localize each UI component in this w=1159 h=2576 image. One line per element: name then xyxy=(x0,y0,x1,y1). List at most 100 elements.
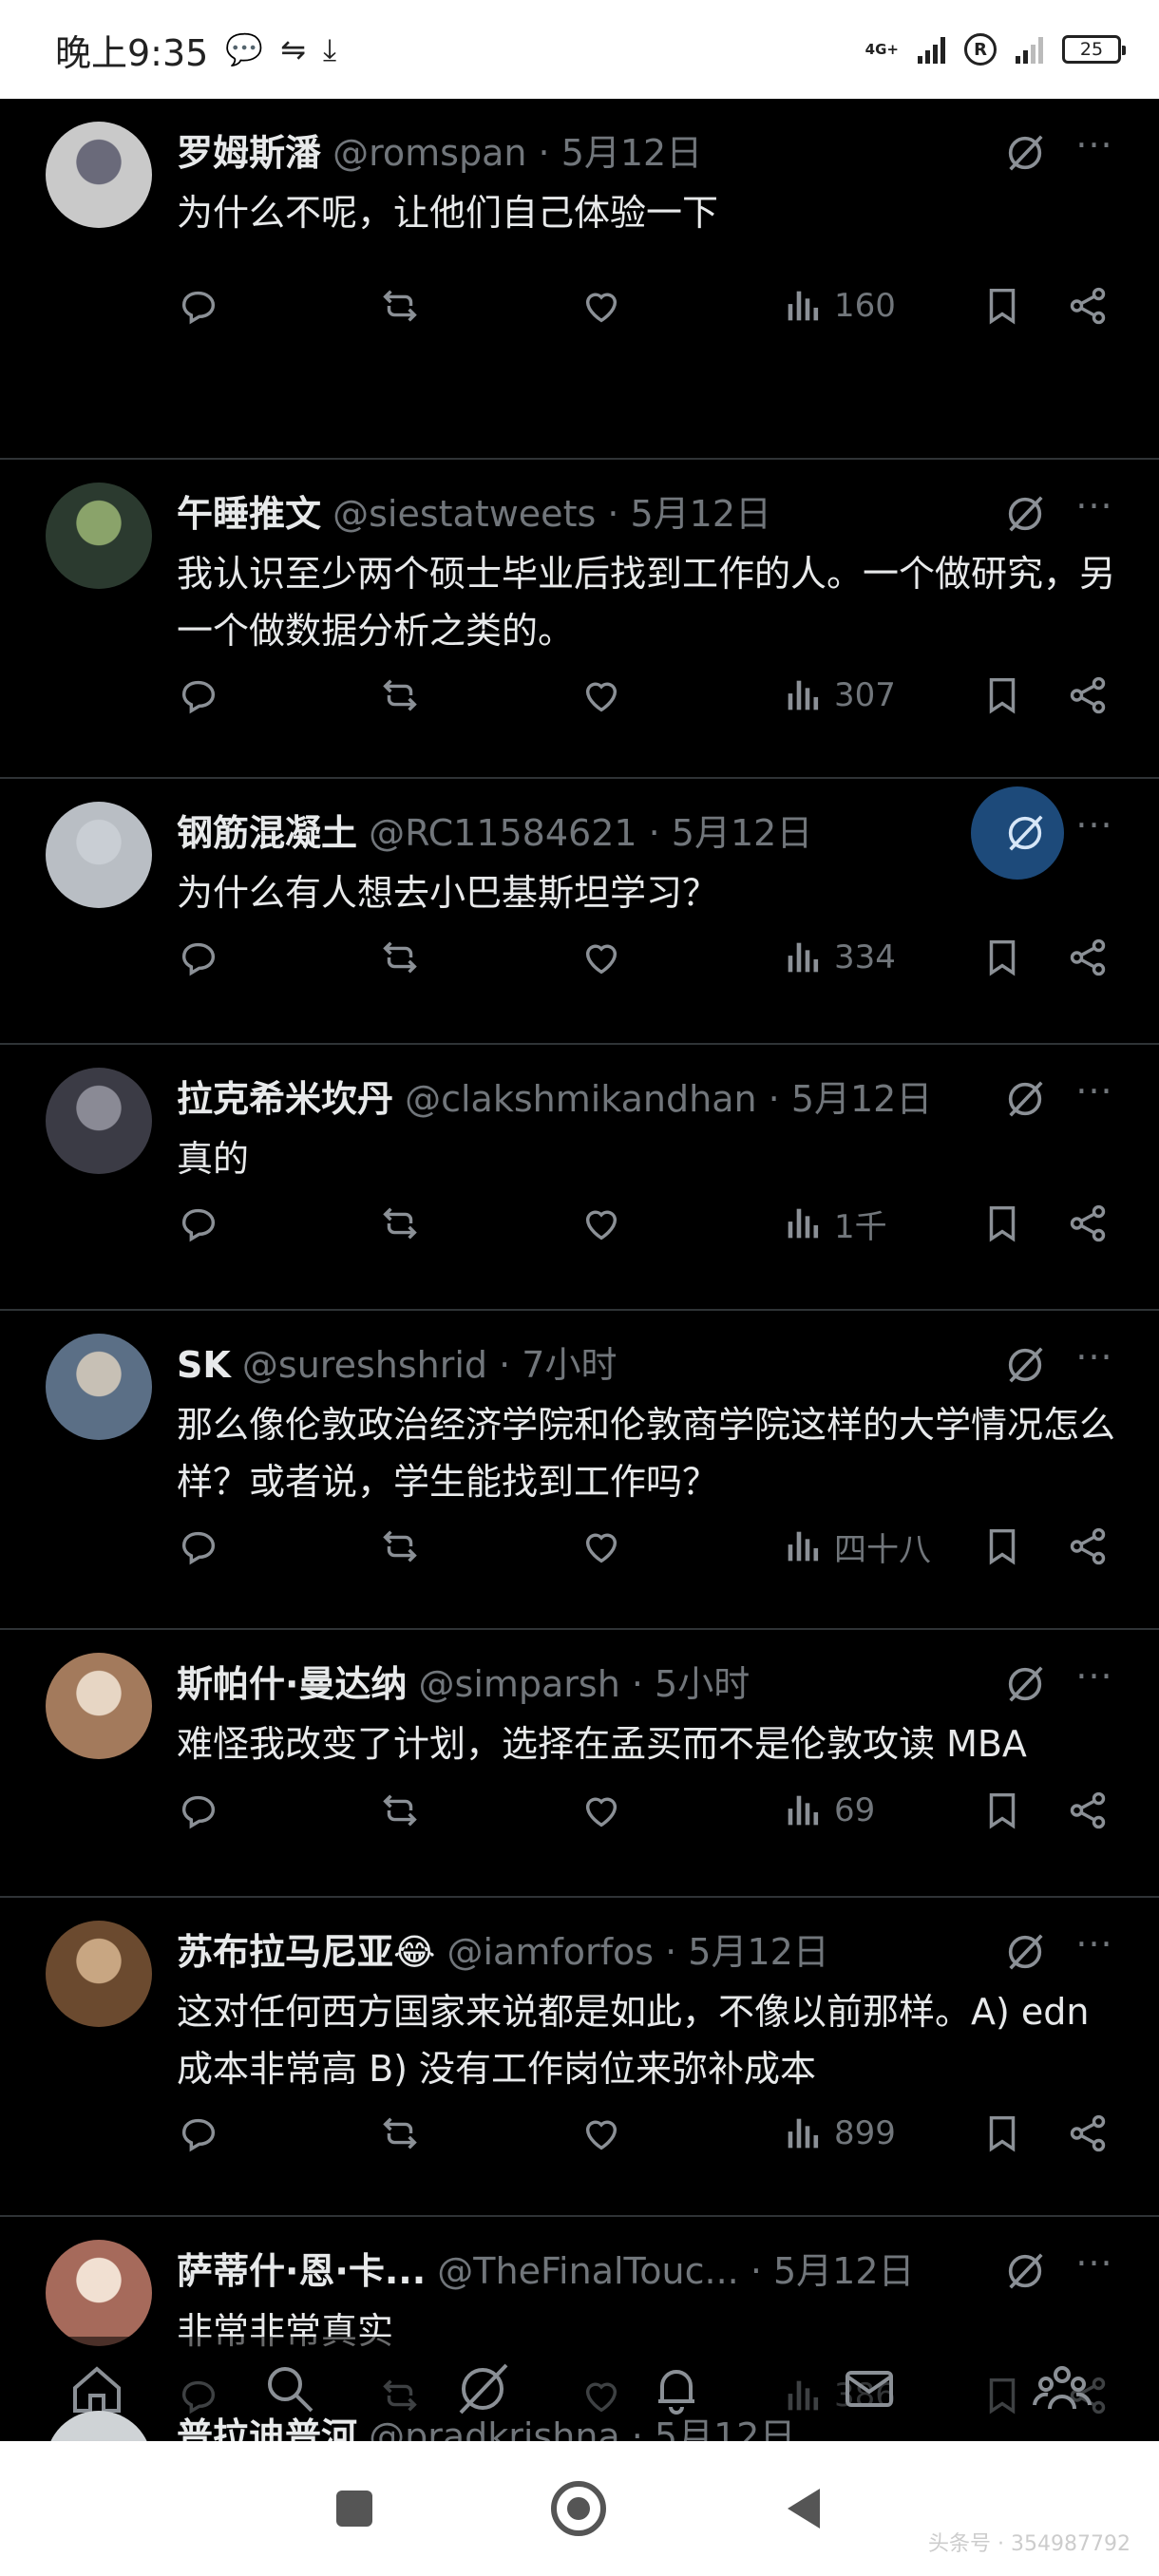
author-name[interactable]: SK xyxy=(177,1344,231,1386)
bookmark-icon[interactable] xyxy=(980,669,1024,722)
author-handle-date[interactable]: @clakshmikandhan · 5月12日 xyxy=(405,1078,932,1120)
grok-icon[interactable] xyxy=(1003,1077,1047,1121)
grok-icon[interactable] xyxy=(1003,131,1047,175)
like-icon[interactable] xyxy=(580,1197,623,1250)
retweet-icon[interactable] xyxy=(378,1197,422,1250)
share-icon[interactable] xyxy=(1066,279,1110,332)
bookmark-icon[interactable] xyxy=(980,1197,1024,1250)
tweet[interactable]: 斯帕什·曼达纳 @simparsh · 5小时 ··· 难怪我改变了计划，选择在… xyxy=(0,1630,1159,1898)
retweet-icon[interactable] xyxy=(378,1520,422,1573)
retweet-icon[interactable] xyxy=(378,2107,422,2160)
author-handle-date[interactable]: @siestatweets · 5月12日 xyxy=(332,493,771,535)
reply-icon[interactable] xyxy=(177,1520,220,1573)
like-icon[interactable] xyxy=(580,669,623,722)
tweet-text: 为什么不呢，让他们自己体验一下 xyxy=(177,192,719,234)
avatar[interactable] xyxy=(46,122,152,228)
watermark: 头条号 · 354987792 xyxy=(928,2532,1130,2556)
views-button[interactable]: 160 xyxy=(781,279,896,332)
author-name[interactable]: 午睡推文 xyxy=(177,493,321,535)
author-name[interactable]: 苏布拉马尼亚😂 xyxy=(177,1931,435,1973)
bookmark-icon[interactable] xyxy=(980,279,1024,332)
share-icon[interactable] xyxy=(1066,1784,1110,1837)
tweet[interactable]: 午睡推文 @siestatweets · 5月12日 ··· 我认识至少两个硕士… xyxy=(0,460,1159,779)
avatar[interactable] xyxy=(46,1068,152,1174)
view-count: 1千 xyxy=(834,1207,887,1246)
avatar[interactable] xyxy=(46,1334,152,1440)
more-options-icon[interactable]: ··· xyxy=(1066,127,1123,175)
share-icon[interactable] xyxy=(1066,1197,1110,1250)
bookmark-icon[interactable] xyxy=(980,1784,1024,1837)
grok-icon[interactable] xyxy=(1003,811,1047,855)
more-options-icon[interactable]: ··· xyxy=(1066,488,1123,536)
reply-icon[interactable] xyxy=(177,669,220,722)
author-name[interactable]: 斯帕什·曼达纳 xyxy=(177,1663,407,1705)
more-options-icon[interactable]: ··· xyxy=(1066,807,1123,855)
author-handle-date[interactable]: @romspan · 5月12日 xyxy=(332,132,702,174)
avatar[interactable] xyxy=(46,2240,152,2346)
author-handle-date[interactable]: @RC11584621 · 5月12日 xyxy=(369,812,812,854)
author-name[interactable]: 萨蒂什·恩·卡... xyxy=(177,2250,426,2292)
like-icon[interactable] xyxy=(580,1520,623,1573)
like-icon[interactable] xyxy=(580,931,623,984)
share-icon[interactable] xyxy=(1066,931,1110,984)
like-icon[interactable] xyxy=(580,1784,623,1837)
tweet[interactable]: 钢筋混凝土 @RC11584621 · 5月12日 ··· 为什么有人想去小巴基… xyxy=(0,779,1159,1045)
reply-icon[interactable] xyxy=(177,931,220,984)
share-icon[interactable] xyxy=(1066,669,1110,722)
author-name[interactable]: 钢筋混凝土 xyxy=(177,812,357,854)
reply-icon[interactable] xyxy=(177,1197,220,1250)
tweet[interactable]: 罗姆斯潘 @romspan · 5月12日 ··· 为什么不呢，让他们自己体验一… xyxy=(0,99,1159,460)
tweet[interactable]: 苏布拉马尼亚😂 @iamforfos · 5月12日 ··· 这对任何西方国家来… xyxy=(0,1898,1159,2217)
views-button[interactable]: 899 xyxy=(781,2107,896,2160)
home-button[interactable] xyxy=(547,2477,610,2540)
author-handle-date[interactable]: @TheFinalTouc... · 5月12日 xyxy=(437,2250,914,2292)
reply-icon[interactable] xyxy=(177,2107,220,2160)
like-icon[interactable] xyxy=(580,2107,623,2160)
grok-icon[interactable] xyxy=(1003,1343,1047,1387)
bookmark-icon[interactable] xyxy=(980,1520,1024,1573)
author-name[interactable]: 普拉迪普河 xyxy=(177,2415,357,2441)
grok-icon[interactable] xyxy=(1003,492,1047,536)
views-button[interactable]: 1千 xyxy=(781,1197,887,1250)
avatar[interactable] xyxy=(46,483,152,589)
author-name[interactable]: 罗姆斯潘 xyxy=(177,132,321,174)
back-button[interactable] xyxy=(782,2485,826,2532)
tweet-text: 真的 xyxy=(177,1138,250,1180)
more-options-icon[interactable]: ··· xyxy=(1066,2245,1123,2293)
peek-tweet[interactable]: 普拉迪普河 @pradkrishna · 5月12日 xyxy=(0,2403,1159,2441)
bookmark-icon[interactable] xyxy=(980,2107,1024,2160)
bookmark-icon[interactable] xyxy=(980,931,1024,984)
views-button[interactable]: 69 xyxy=(781,1784,875,1837)
views-button[interactable]: 307 xyxy=(781,669,896,722)
share-icon[interactable] xyxy=(1066,1520,1110,1573)
author-handle-date[interactable]: @simparsh · 5小时 xyxy=(419,1663,750,1705)
recents-button[interactable] xyxy=(333,2488,375,2529)
grok-icon[interactable] xyxy=(1003,1930,1047,1974)
avatar[interactable] xyxy=(46,2411,152,2441)
retweet-icon[interactable] xyxy=(378,669,422,722)
more-options-icon[interactable]: ··· xyxy=(1066,1339,1123,1387)
retweet-icon[interactable] xyxy=(378,1784,422,1837)
avatar[interactable] xyxy=(46,1653,152,1759)
share-icon[interactable] xyxy=(1066,2107,1110,2160)
author-handle-date[interactable]: @sureshshrid · 7小时 xyxy=(242,1344,618,1386)
author-handle-date[interactable]: @iamforfos · 5月12日 xyxy=(447,1931,829,1973)
grok-icon[interactable] xyxy=(1003,2249,1047,2293)
retweet-icon[interactable] xyxy=(378,279,422,332)
grok-icon[interactable] xyxy=(1003,1662,1047,1706)
reply-icon[interactable] xyxy=(177,279,220,332)
views-button[interactable]: 334 xyxy=(781,931,896,984)
author-handle-date[interactable]: @pradkrishna · 5月12日 xyxy=(369,2415,795,2441)
avatar[interactable] xyxy=(46,802,152,908)
tweet[interactable]: 拉克希米坎丹 @clakshmikandhan · 5月12日 ··· 真的 1… xyxy=(0,1045,1159,1311)
more-options-icon[interactable]: ··· xyxy=(1066,1073,1123,1121)
like-icon[interactable] xyxy=(580,279,623,332)
more-options-icon[interactable]: ··· xyxy=(1066,1926,1123,1974)
retweet-icon[interactable] xyxy=(378,931,422,984)
tweet[interactable]: SK @sureshshrid · 7小时 ··· 那么像伦敦政治经济学院和伦敦… xyxy=(0,1311,1159,1630)
views-button[interactable]: 四十八 xyxy=(781,1520,931,1573)
more-options-icon[interactable]: ··· xyxy=(1066,1658,1123,1706)
author-name[interactable]: 拉克希米坎丹 xyxy=(177,1078,393,1120)
avatar[interactable] xyxy=(46,1921,152,2027)
reply-icon[interactable] xyxy=(177,1784,220,1837)
